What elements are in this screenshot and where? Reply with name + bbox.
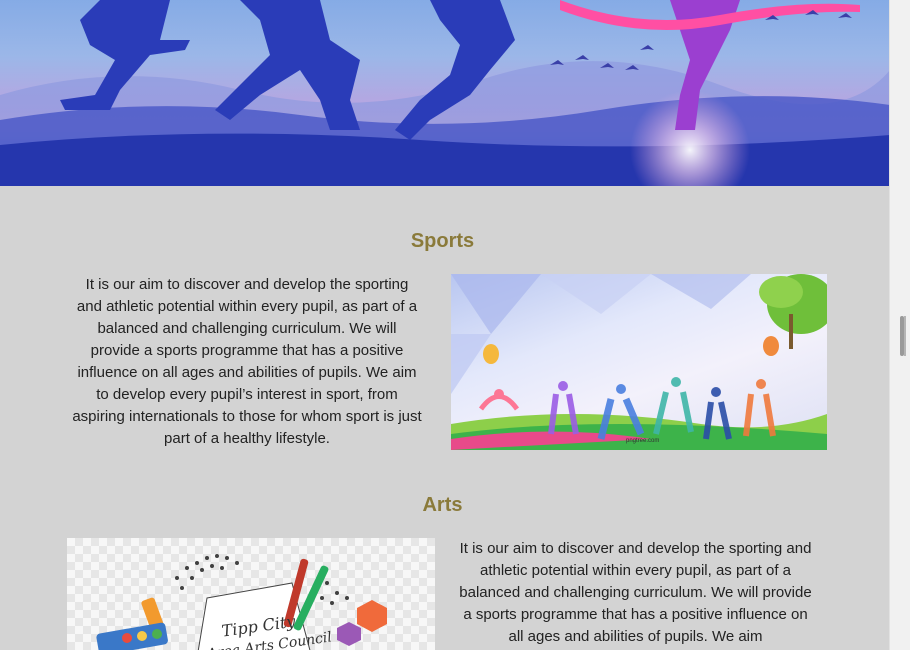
arts-description: It is our aim to discover and develop th… [459, 540, 812, 645]
hero-banner-image [0, 0, 890, 186]
scrollbar-thumb-edge [904, 316, 906, 356]
sports-image-watermark: pngtree.com [626, 438, 659, 444]
sports-heading: Sports [410, 230, 475, 252]
sports-description: It is our aim to discover and develop th… [72, 276, 422, 447]
vertical-scrollbar[interactable] [889, 0, 910, 650]
arts-image: Tipp City Area Arts Council [67, 538, 435, 650]
arts-heading: Arts [422, 494, 463, 516]
page-content: Sports It is our aim to discover and dev… [0, 0, 890, 650]
sports-image: pngtree.com [451, 274, 827, 450]
